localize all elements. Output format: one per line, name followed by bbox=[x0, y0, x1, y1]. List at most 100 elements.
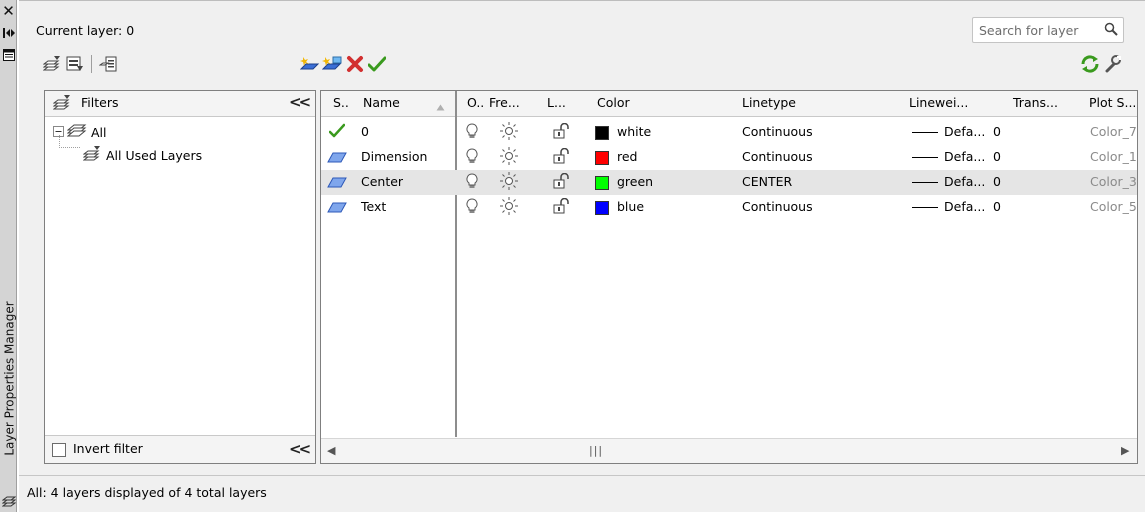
current-layer-check-icon bbox=[328, 123, 346, 142]
lineweight[interactable]: Defa... bbox=[944, 174, 985, 189]
unlocked-icon[interactable] bbox=[553, 122, 571, 142]
unlocked-icon[interactable] bbox=[553, 147, 571, 167]
unlocked-icon[interactable] bbox=[553, 197, 571, 217]
lineweight[interactable]: Defa... bbox=[944, 199, 985, 214]
layer-row[interactable]: Text blue Continuous Defa... 0 Color_5 bbox=[321, 195, 1137, 220]
layer-states-manager-icon[interactable] bbox=[97, 53, 119, 75]
search-placeholder: Search for layer bbox=[979, 23, 1079, 38]
properties-menu-icon[interactable] bbox=[2, 48, 15, 62]
layer-icon bbox=[327, 150, 347, 167]
column-header-lineweight[interactable]: Linewei... bbox=[909, 95, 968, 110]
new-group-filter-icon[interactable] bbox=[64, 53, 86, 75]
column-header-transparency[interactable]: Trans... bbox=[1013, 95, 1058, 110]
color-swatch[interactable] bbox=[595, 151, 609, 165]
scroll-right-arrow-icon[interactable]: ▶ bbox=[1121, 444, 1129, 457]
layer-icon bbox=[327, 200, 347, 217]
unlocked-icon[interactable] bbox=[553, 172, 571, 192]
column-header-on[interactable]: O.. bbox=[467, 95, 484, 110]
layer-icon bbox=[327, 175, 347, 192]
layer-name[interactable]: Text bbox=[361, 199, 386, 214]
invert-filter-checkbox[interactable] bbox=[52, 443, 66, 457]
color-name[interactable]: green bbox=[617, 174, 653, 189]
lightbulb-on-icon[interactable] bbox=[466, 198, 478, 217]
plot-style: Color_3 bbox=[1090, 174, 1137, 189]
lineweight[interactable]: Defa... bbox=[944, 124, 985, 139]
column-header-linetype[interactable]: Linetype bbox=[742, 95, 796, 110]
filters-header: Filters << bbox=[45, 91, 315, 117]
current-layer-label: Current layer: 0 bbox=[36, 23, 135, 38]
filters-footer: Invert filter << bbox=[45, 435, 315, 463]
column-header-color[interactable]: Color bbox=[597, 95, 630, 110]
color-name[interactable]: white bbox=[617, 124, 651, 139]
layer-list: S.. Name O.. Fre... L... Color Linetype … bbox=[320, 90, 1138, 464]
filter-icon bbox=[52, 95, 71, 114]
delete-layer-icon[interactable] bbox=[344, 53, 366, 75]
lightbulb-on-icon[interactable] bbox=[466, 148, 478, 167]
status-bar: All: 4 layers displayed of 4 total layer… bbox=[19, 475, 1145, 511]
filters-panel: Filters << All All Used Layers Invert fi… bbox=[44, 90, 316, 464]
search-input[interactable]: Search for layer bbox=[972, 17, 1124, 43]
color-swatch[interactable] bbox=[595, 126, 609, 140]
sun-thawed-icon[interactable] bbox=[500, 122, 518, 143]
scroll-grip-icon[interactable]: ||| bbox=[589, 444, 603, 457]
new-layer-icon[interactable] bbox=[299, 53, 321, 75]
lightbulb-on-icon[interactable] bbox=[466, 173, 478, 192]
palette-title-strip: ✕ Layer Properties Manager bbox=[0, 0, 17, 512]
sun-thawed-icon[interactable] bbox=[500, 147, 518, 168]
linetype[interactable]: Continuous bbox=[742, 124, 813, 139]
new-layer-vp-frozen-icon[interactable] bbox=[321, 53, 343, 75]
filter-icon bbox=[82, 146, 101, 165]
lineweight[interactable]: Defa... bbox=[944, 149, 985, 164]
column-header-plot-style[interactable]: Plot S... bbox=[1089, 95, 1136, 110]
transparency[interactable]: 0 bbox=[993, 124, 1001, 139]
collapse-filters-icon[interactable]: << bbox=[289, 93, 311, 111]
collapse-filters-icon[interactable]: << bbox=[289, 440, 311, 458]
column-header-lock[interactable]: L... bbox=[547, 95, 566, 110]
close-icon[interactable]: ✕ bbox=[2, 2, 15, 20]
settings-icon[interactable] bbox=[1101, 53, 1123, 75]
lightbulb-on-icon[interactable] bbox=[466, 123, 478, 142]
column-header-freeze[interactable]: Fre... bbox=[489, 95, 520, 110]
scroll-left-arrow-icon[interactable]: ◀ bbox=[327, 444, 335, 457]
layer-row[interactable]: 0 white Continuous Defa... 0 Color_7 bbox=[321, 120, 1137, 145]
status-text: All: 4 layers displayed of 4 total layer… bbox=[27, 485, 267, 500]
layer-row[interactable]: Dimension red Continuous Defa... 0 Color… bbox=[321, 145, 1137, 170]
refresh-icon[interactable] bbox=[1079, 53, 1101, 75]
linetype[interactable]: Continuous bbox=[742, 149, 813, 164]
layer-name[interactable]: Dimension bbox=[361, 149, 427, 164]
column-header-name[interactable]: Name bbox=[363, 95, 400, 110]
filters-header-label: Filters bbox=[81, 95, 119, 110]
layers-icon bbox=[1, 494, 17, 511]
lineweight-line-icon bbox=[912, 157, 938, 158]
set-current-icon[interactable] bbox=[366, 53, 388, 75]
tree-node-label: All Used Layers bbox=[106, 148, 203, 163]
color-swatch[interactable] bbox=[595, 176, 609, 190]
column-header-status[interactable]: S.. bbox=[333, 95, 349, 110]
lineweight-line-icon bbox=[912, 132, 938, 133]
linetype[interactable]: CENTER bbox=[742, 174, 792, 189]
sort-ascending-icon bbox=[436, 99, 445, 114]
tree-node-all-used-layers[interactable]: All Used Layers bbox=[82, 146, 203, 165]
transparency[interactable]: 0 bbox=[993, 149, 1001, 164]
tree-connector bbox=[59, 135, 81, 148]
lineweight-line-icon bbox=[912, 182, 938, 183]
color-swatch[interactable] bbox=[595, 201, 609, 215]
layer-name[interactable]: 0 bbox=[361, 124, 369, 139]
sun-thawed-icon[interactable] bbox=[500, 172, 518, 193]
color-name[interactable]: red bbox=[617, 149, 638, 164]
transparency[interactable]: 0 bbox=[993, 199, 1001, 214]
new-property-filter-icon[interactable] bbox=[41, 53, 63, 75]
plot-style: Color_1 bbox=[1090, 149, 1137, 164]
palette-title: Layer Properties Manager bbox=[2, 301, 16, 456]
sun-thawed-icon[interactable] bbox=[500, 197, 518, 218]
layer-name[interactable]: Center bbox=[361, 174, 403, 189]
search-icon[interactable] bbox=[1104, 22, 1118, 39]
linetype[interactable]: Continuous bbox=[742, 199, 813, 214]
color-name[interactable]: blue bbox=[617, 199, 644, 214]
horizontal-scrollbar[interactable]: ◀ ||| ▶ bbox=[321, 438, 1137, 463]
auto-hide-icon[interactable] bbox=[2, 26, 15, 40]
transparency[interactable]: 0 bbox=[993, 174, 1001, 189]
layer-row-selected[interactable]: Center green CENTER Defa... 0 Color_3 bbox=[321, 170, 1137, 195]
toolbar bbox=[19, 49, 1145, 79]
plot-style: Color_7 bbox=[1090, 124, 1137, 139]
